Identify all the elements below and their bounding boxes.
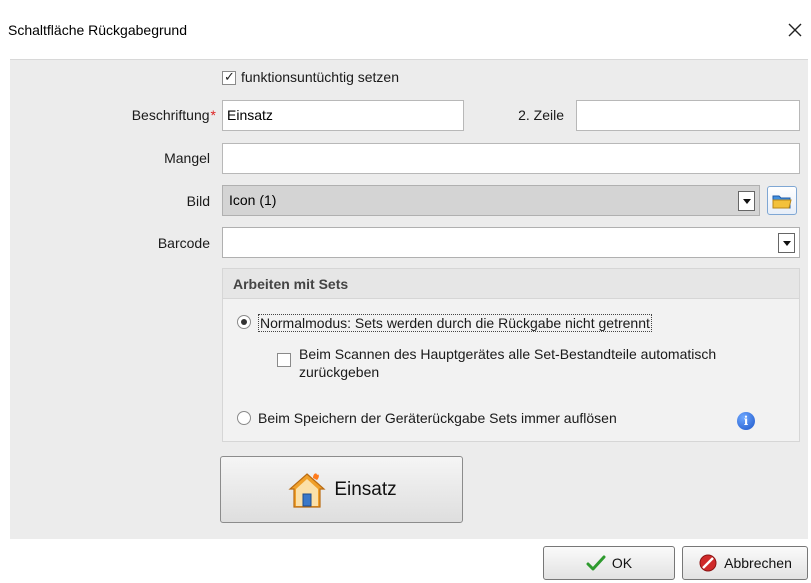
- chevron-down-icon: [742, 198, 751, 204]
- caption-label: Beschriftung*: [60, 107, 216, 123]
- close-icon[interactable]: [785, 20, 805, 40]
- caption-label-text: Beschriftung: [131, 107, 210, 123]
- ok-button-label: OK: [611, 555, 633, 571]
- second-line-label: 2. Zeile: [518, 107, 564, 123]
- image-dropdown-button[interactable]: [738, 191, 755, 211]
- cancel-button-label: Abbrechen: [724, 555, 792, 571]
- auto-return-label-line1[interactable]: Beim Scannen des Hauptgerätes alle Set-B…: [299, 346, 716, 362]
- checkmark-icon: [586, 555, 606, 571]
- cancel-button[interactable]: Abbrechen: [682, 546, 808, 580]
- chevron-down-icon: [782, 240, 791, 246]
- house-icon: [288, 472, 326, 508]
- defect-input[interactable]: [222, 143, 800, 174]
- normal-mode-label[interactable]: Normalmodus: Sets werden durch die Rückg…: [258, 314, 652, 332]
- checkmark-icon: ✓: [224, 69, 235, 84]
- preview-button[interactable]: Einsatz: [220, 456, 463, 523]
- defect-label: Mangel: [164, 150, 210, 166]
- barcode-select[interactable]: [222, 227, 800, 258]
- image-label: Bild: [186, 193, 210, 209]
- ok-button[interactable]: OK: [543, 546, 675, 580]
- cancel-icon: [699, 554, 717, 572]
- folder-open-button[interactable]: [767, 186, 797, 215]
- defunct-checkbox[interactable]: ✓: [222, 69, 236, 85]
- info-icon[interactable]: i: [737, 412, 755, 430]
- image-select-value: Icon (1): [229, 192, 277, 208]
- defunct-label[interactable]: funktionsuntüchtig setzen: [241, 69, 399, 85]
- normal-mode-radio[interactable]: [237, 315, 251, 329]
- barcode-label: Barcode: [157, 235, 210, 251]
- barcode-dropdown-button[interactable]: [778, 233, 795, 253]
- title-bar: Schaltfläche Rückgabegrund: [0, 0, 811, 44]
- folder-open-icon: [772, 195, 792, 209]
- caption-input[interactable]: Einsatz: [222, 100, 464, 131]
- required-marker: *: [210, 107, 216, 123]
- auto-return-checkbox[interactable]: [277, 353, 291, 367]
- window-title: Schaltfläche Rückgabegrund: [8, 22, 188, 38]
- image-select[interactable]: Icon (1): [222, 185, 760, 216]
- second-line-input[interactable]: [576, 100, 800, 131]
- auto-return-label-line2[interactable]: zurückgeben: [299, 364, 379, 380]
- preview-button-label: Einsatz: [334, 478, 397, 500]
- always-dissolve-label[interactable]: Beim Speichern der Geräterückgabe Sets i…: [258, 410, 617, 426]
- always-dissolve-radio[interactable]: [237, 411, 251, 425]
- sets-group-title: Arbeiten mit Sets: [223, 269, 799, 299]
